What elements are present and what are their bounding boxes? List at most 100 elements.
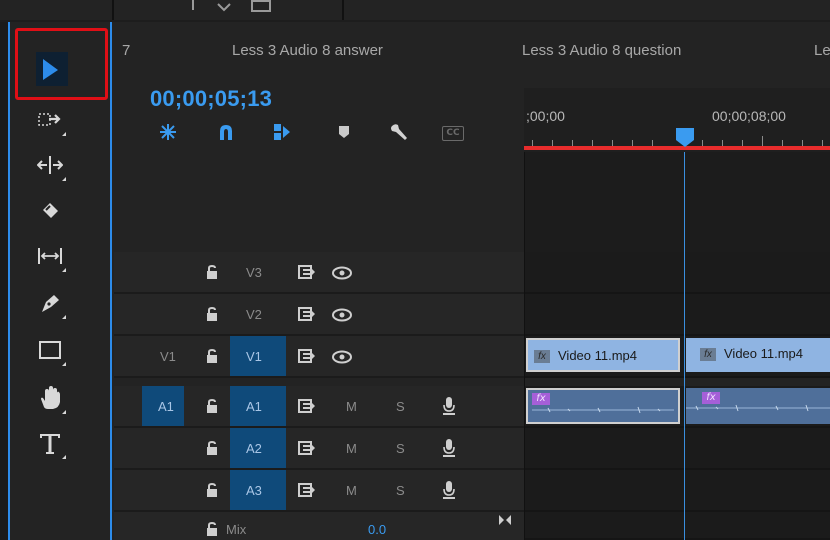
- lock-icon[interactable]: [206, 307, 218, 321]
- mute-button[interactable]: M: [346, 399, 357, 414]
- nest-sequence-icon[interactable]: [156, 120, 180, 144]
- playhead-handle[interactable]: [674, 126, 696, 148]
- track-row-a3: A3 M S: [114, 470, 830, 512]
- linked-selection-icon[interactable]: [270, 120, 294, 144]
- type-icon: [40, 434, 60, 454]
- arrow-select-icon: [43, 59, 58, 80]
- tab-partial[interactable]: 7: [122, 42, 130, 59]
- source-patch-a1[interactable]: A1: [158, 399, 174, 414]
- top-toolbar-icons: [192, 0, 271, 12]
- track-header-mix: Mix 0.0: [114, 512, 524, 540]
- ripple-edit-tool[interactable]: [30, 145, 70, 185]
- ruler-time-8s: 00;00;08;00: [712, 108, 786, 124]
- microphone-icon[interactable]: [442, 438, 456, 458]
- microphone-icon[interactable]: [442, 396, 456, 416]
- mute-button[interactable]: M: [346, 483, 357, 498]
- mute-button[interactable]: M: [346, 441, 357, 456]
- microphone-icon[interactable]: [442, 480, 456, 500]
- go-to-in-out-icon[interactable]: [498, 514, 512, 526]
- sync-lock-icon[interactable]: [298, 482, 316, 498]
- ruler-tick-major: [762, 136, 763, 146]
- source-patch-v1[interactable]: V1: [160, 349, 176, 364]
- ruler-tick: [782, 140, 783, 146]
- track-target-v3[interactable]: V3: [246, 265, 262, 280]
- mix-label: Mix: [226, 522, 247, 537]
- track-target-a2[interactable]: A2: [246, 441, 262, 456]
- video-clip-2[interactable]: fx Video 11.mp4: [686, 338, 830, 372]
- ruler-tick: [532, 140, 533, 146]
- track-header-v1: V1 V1: [114, 336, 524, 378]
- panel-gutter: [0, 22, 8, 540]
- eye-icon[interactable]: [332, 308, 352, 322]
- track-select-tool[interactable]: [30, 100, 70, 140]
- pen-tool[interactable]: [30, 283, 70, 323]
- hand-tool[interactable]: [30, 378, 70, 418]
- snowflake-icon: [160, 124, 176, 140]
- ruler-tick: [632, 140, 633, 146]
- slip-icon: [38, 248, 62, 264]
- track-row-a2: A2 M S: [114, 428, 830, 470]
- track-header-a3: A3 M S: [114, 470, 524, 512]
- track-target-a3[interactable]: A3: [246, 483, 262, 498]
- track-lane-a2[interactable]: [524, 428, 830, 470]
- track-target-a1[interactable]: A1: [246, 399, 262, 414]
- lock-icon[interactable]: [206, 399, 218, 413]
- lock-icon[interactable]: [206, 265, 218, 279]
- sync-lock-icon[interactable]: [298, 398, 316, 414]
- video-clip-1[interactable]: fx Video 11.mp4: [526, 338, 680, 372]
- tab-less-3-audio-8-answer[interactable]: Less 3 Audio 8 answer: [232, 42, 383, 59]
- lock-icon[interactable]: [206, 349, 218, 363]
- sync-lock-icon[interactable]: [298, 264, 316, 280]
- snap-magnet-icon[interactable]: [214, 120, 238, 144]
- timeline-panel: 7 Less 3 Audio 8 answer Less 3 Audio 8 q…: [114, 22, 830, 540]
- eye-icon[interactable]: [332, 266, 352, 280]
- audio-waveform: [532, 406, 674, 414]
- add-marker-icon[interactable]: [332, 120, 356, 144]
- lock-icon[interactable]: [206, 441, 218, 455]
- marker-icon: [339, 126, 349, 138]
- solo-button[interactable]: S: [396, 483, 405, 498]
- panel-divider: [112, 0, 114, 20]
- razor-icon: [43, 203, 58, 218]
- eye-icon[interactable]: [332, 350, 352, 364]
- lock-icon[interactable]: [206, 522, 218, 536]
- playhead-timecode[interactable]: 00;00;05;13: [150, 86, 272, 112]
- audio-clip-1[interactable]: fx: [526, 388, 680, 424]
- panel-focus-border: [110, 22, 112, 540]
- timeline-empty-area[interactable]: [524, 152, 830, 252]
- track-target-v2[interactable]: V2: [246, 307, 262, 322]
- playhead-line[interactable]: [684, 152, 685, 540]
- ruler-tick: [572, 140, 573, 146]
- slip-tool[interactable]: [30, 236, 70, 276]
- track-lane-v2[interactable]: [524, 294, 830, 336]
- razor-tool[interactable]: [30, 190, 70, 230]
- track-lane-mix[interactable]: [524, 512, 830, 540]
- solo-button[interactable]: S: [396, 441, 405, 456]
- magnet-icon: [220, 125, 232, 140]
- track-lane-a3[interactable]: [524, 470, 830, 512]
- tab-less-3-audio-8-question[interactable]: Less 3 Audio 8 question: [522, 42, 681, 59]
- track-header-empty-area: [114, 152, 524, 252]
- sync-lock-icon[interactable]: [298, 306, 316, 322]
- ruler-tick: [802, 140, 803, 146]
- mix-volume-value[interactable]: 0.0: [368, 522, 386, 537]
- tab-partial-right[interactable]: Le: [814, 42, 830, 59]
- captions-cc-icon[interactable]: CC: [442, 126, 464, 141]
- track-header-a2: A2 M S: [114, 428, 524, 470]
- audio-clip-2[interactable]: fx: [686, 388, 830, 424]
- track-header-v3: V3: [114, 252, 524, 294]
- track-target-v1[interactable]: V1: [246, 349, 262, 364]
- rectangle-icon: [39, 341, 61, 359]
- sync-lock-icon[interactable]: [298, 348, 316, 364]
- sync-lock-icon[interactable]: [298, 440, 316, 456]
- lock-icon[interactable]: [206, 483, 218, 497]
- ripple-edit-icon: [37, 156, 63, 174]
- selection-tool[interactable]: [30, 50, 70, 90]
- track-lane-v3[interactable]: [524, 252, 830, 294]
- track-row-v2: V2: [114, 294, 830, 336]
- timeline-settings-wrench-icon[interactable]: [388, 120, 412, 144]
- type-tool[interactable]: [30, 423, 70, 463]
- rectangle-tool[interactable]: [30, 330, 70, 370]
- ruler-tick: [552, 140, 553, 146]
- solo-button[interactable]: S: [396, 399, 405, 414]
